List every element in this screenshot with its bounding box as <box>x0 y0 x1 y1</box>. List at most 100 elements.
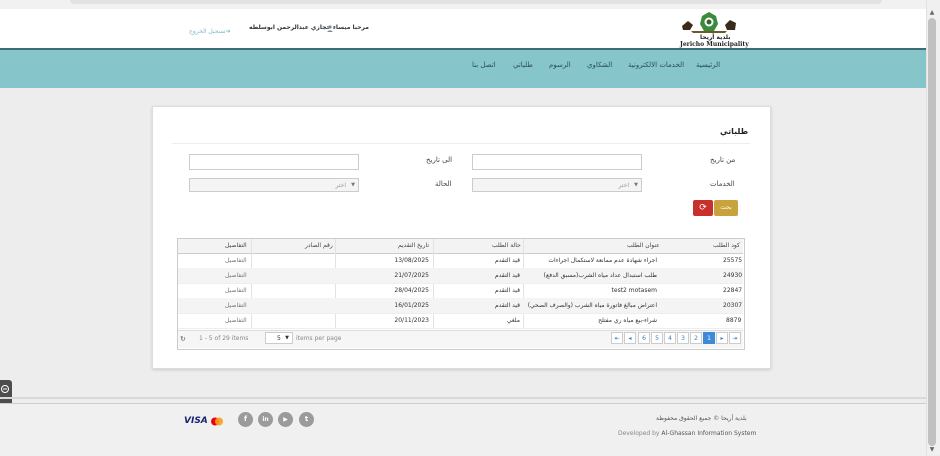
cell-title: اجراء شهادة عدم ممانعة لاستكمال اجراءات <box>548 257 657 264</box>
table-row <box>178 298 743 314</box>
table-row <box>178 313 743 329</box>
mastercard-logo <box>211 417 223 426</box>
twitter-icon[interactable]: t <box>299 412 314 427</box>
reset-button[interactable]: ⟳ <box>693 200 713 216</box>
cell-title: test2 motasem <box>611 287 657 294</box>
cell-date: 20/11/2023 <box>394 317 429 324</box>
services-placeholder: اختر <box>618 182 630 189</box>
page-2[interactable]: 2 <box>690 332 702 344</box>
table-row <box>178 283 743 299</box>
cell-status: قيد التقدم <box>495 287 520 294</box>
from-date-input[interactable] <box>472 154 642 170</box>
logout-link[interactable]: ➜تسجيل الخروج <box>189 28 231 35</box>
chevron-down-icon: ▼ <box>285 335 289 341</box>
nav-contact-us[interactable]: اتصل بنا <box>472 61 496 69</box>
col-details[interactable]: التفاصيل <box>225 242 247 249</box>
last-page-icon[interactable]: ⇥ <box>729 332 741 344</box>
cell-status: قيد التقدم <box>495 257 520 264</box>
cell-code: 24930 <box>723 272 743 279</box>
items-per-page-label: items per page <box>296 335 342 342</box>
cell-status: قيد التقدم <box>495 272 520 279</box>
cell-date: 16/01/2025 <box>394 302 429 309</box>
cell-date: 13/08/2025 <box>394 257 429 264</box>
logo-english-name: Jericho Municipality <box>680 41 749 48</box>
linkedin-icon[interactable]: in <box>258 412 273 427</box>
visa-logo: VISA <box>184 416 208 426</box>
chevron-down-icon: ▼ <box>351 182 355 188</box>
facebook-icon[interactable]: f <box>238 412 253 427</box>
footer-divider <box>0 397 926 399</box>
site-header <box>0 9 926 48</box>
logo-arabic-name: بلدية أريحا <box>700 34 731 41</box>
developer-link[interactable]: Al-Ghassan Information System <box>661 430 756 437</box>
cell-status: قيد التقدم <box>495 302 520 309</box>
details-link[interactable]: التفاصيل <box>225 257 247 264</box>
copyright-text: بلدية أريحا © جميع الحقوق محفوظة <box>656 415 747 422</box>
table-row <box>178 253 743 269</box>
col-request-title[interactable]: عنوان الطلب <box>627 242 660 249</box>
title-divider <box>172 143 750 144</box>
site-footer <box>0 403 926 456</box>
user-icon <box>327 25 333 32</box>
cell-code: 8879 <box>726 317 742 324</box>
cell-date: 28/04/2025 <box>394 287 429 294</box>
main-navigation <box>0 48 926 88</box>
developed-prefix: Developed by <box>618 430 660 437</box>
chevron-down-icon: ▼ <box>634 182 638 188</box>
cell-code: 20307 <box>723 302 743 309</box>
nav-fees[interactable]: الرسوم <box>549 61 571 69</box>
scrollbar-thumb[interactable] <box>928 18 936 446</box>
welcome-text: مرحبا ميساء حجازي عبدالرحمن ابوسلطه <box>249 24 369 31</box>
browser-top-strip <box>0 0 926 9</box>
services-label: الخدمات <box>710 180 735 188</box>
details-link[interactable]: التفاصيل <box>225 317 247 324</box>
table-row <box>178 268 743 284</box>
cell-code: 25575 <box>723 257 743 264</box>
col-outgoing-number[interactable]: رقم الصادر <box>305 242 333 249</box>
page-size-select[interactable]: 5 ▼ <box>265 332 293 344</box>
developed-by: Developed by Al-Ghassan Information Syst… <box>618 430 756 437</box>
page-5[interactable]: 5 <box>651 332 663 344</box>
services-select[interactable]: اختر ▼ <box>472 178 642 192</box>
page-6[interactable]: 6 <box>638 332 650 344</box>
cell-title: طلب استبدال عداد مياه الشرب(مسبق الدفع) <box>543 272 657 279</box>
col-submit-date[interactable]: تاريخ التقديم <box>398 242 429 249</box>
page-size-value: 5 <box>277 335 281 342</box>
col-request-status[interactable]: حالة الطلب <box>492 242 521 249</box>
nav-e-services[interactable]: الخدمات الالكترونية <box>628 61 684 69</box>
status-label: الحالة <box>435 180 452 188</box>
details-link[interactable]: التفاصيل <box>225 272 247 279</box>
page-title: طلباتي <box>720 127 749 136</box>
nav-home[interactable]: الرئيسية <box>696 61 720 69</box>
nav-my-requests[interactable]: طلباتي <box>513 61 533 69</box>
refresh-icon[interactable]: ↻ <box>180 335 186 343</box>
address-bar[interactable] <box>70 0 882 4</box>
cell-title: شراء-بيع مياه ري مفتلح <box>598 317 657 324</box>
to-date-input[interactable] <box>189 154 359 170</box>
prev-page-icon[interactable]: ◂ <box>624 332 636 344</box>
page-4[interactable]: 4 <box>664 332 676 344</box>
next-page-icon[interactable]: ▸ <box>716 332 728 344</box>
logout-icon: ➜ <box>225 28 231 35</box>
page-3[interactable]: 3 <box>677 332 689 344</box>
status-select[interactable]: اختر ▼ <box>189 178 359 192</box>
details-link[interactable]: التفاصيل <box>225 302 247 309</box>
scroll-down-icon[interactable]: ▼ <box>928 446 936 453</box>
cell-status: ملغي <box>506 317 520 324</box>
from-date-label: من تاريخ <box>710 156 736 164</box>
scroll-up-icon[interactable]: ▲ <box>928 9 936 16</box>
col-request-code[interactable]: كود الطلب <box>713 242 740 249</box>
first-page-icon[interactable]: ⇤ <box>611 332 623 344</box>
cell-title: اعتراض مبالغ فاتورة مياه الشرب (والصرف ا… <box>527 302 657 309</box>
youtube-icon[interactable]: ▶ <box>278 412 293 427</box>
to-date-label: الى تاريخ <box>426 156 453 164</box>
refresh-icon: ⟳ <box>699 203 707 213</box>
nav-complaints[interactable]: الشكاوي <box>587 61 612 69</box>
details-link[interactable]: التفاصيل <box>225 287 247 294</box>
cell-code: 22847 <box>723 287 743 294</box>
page-1-active[interactable]: 1 <box>703 332 715 344</box>
items-info: 1 - 5 of 29 items <box>199 335 249 342</box>
status-placeholder: اختر <box>335 182 347 189</box>
search-button[interactable]: بحث <box>714 200 738 216</box>
cell-date: 21/07/2025 <box>394 272 429 279</box>
